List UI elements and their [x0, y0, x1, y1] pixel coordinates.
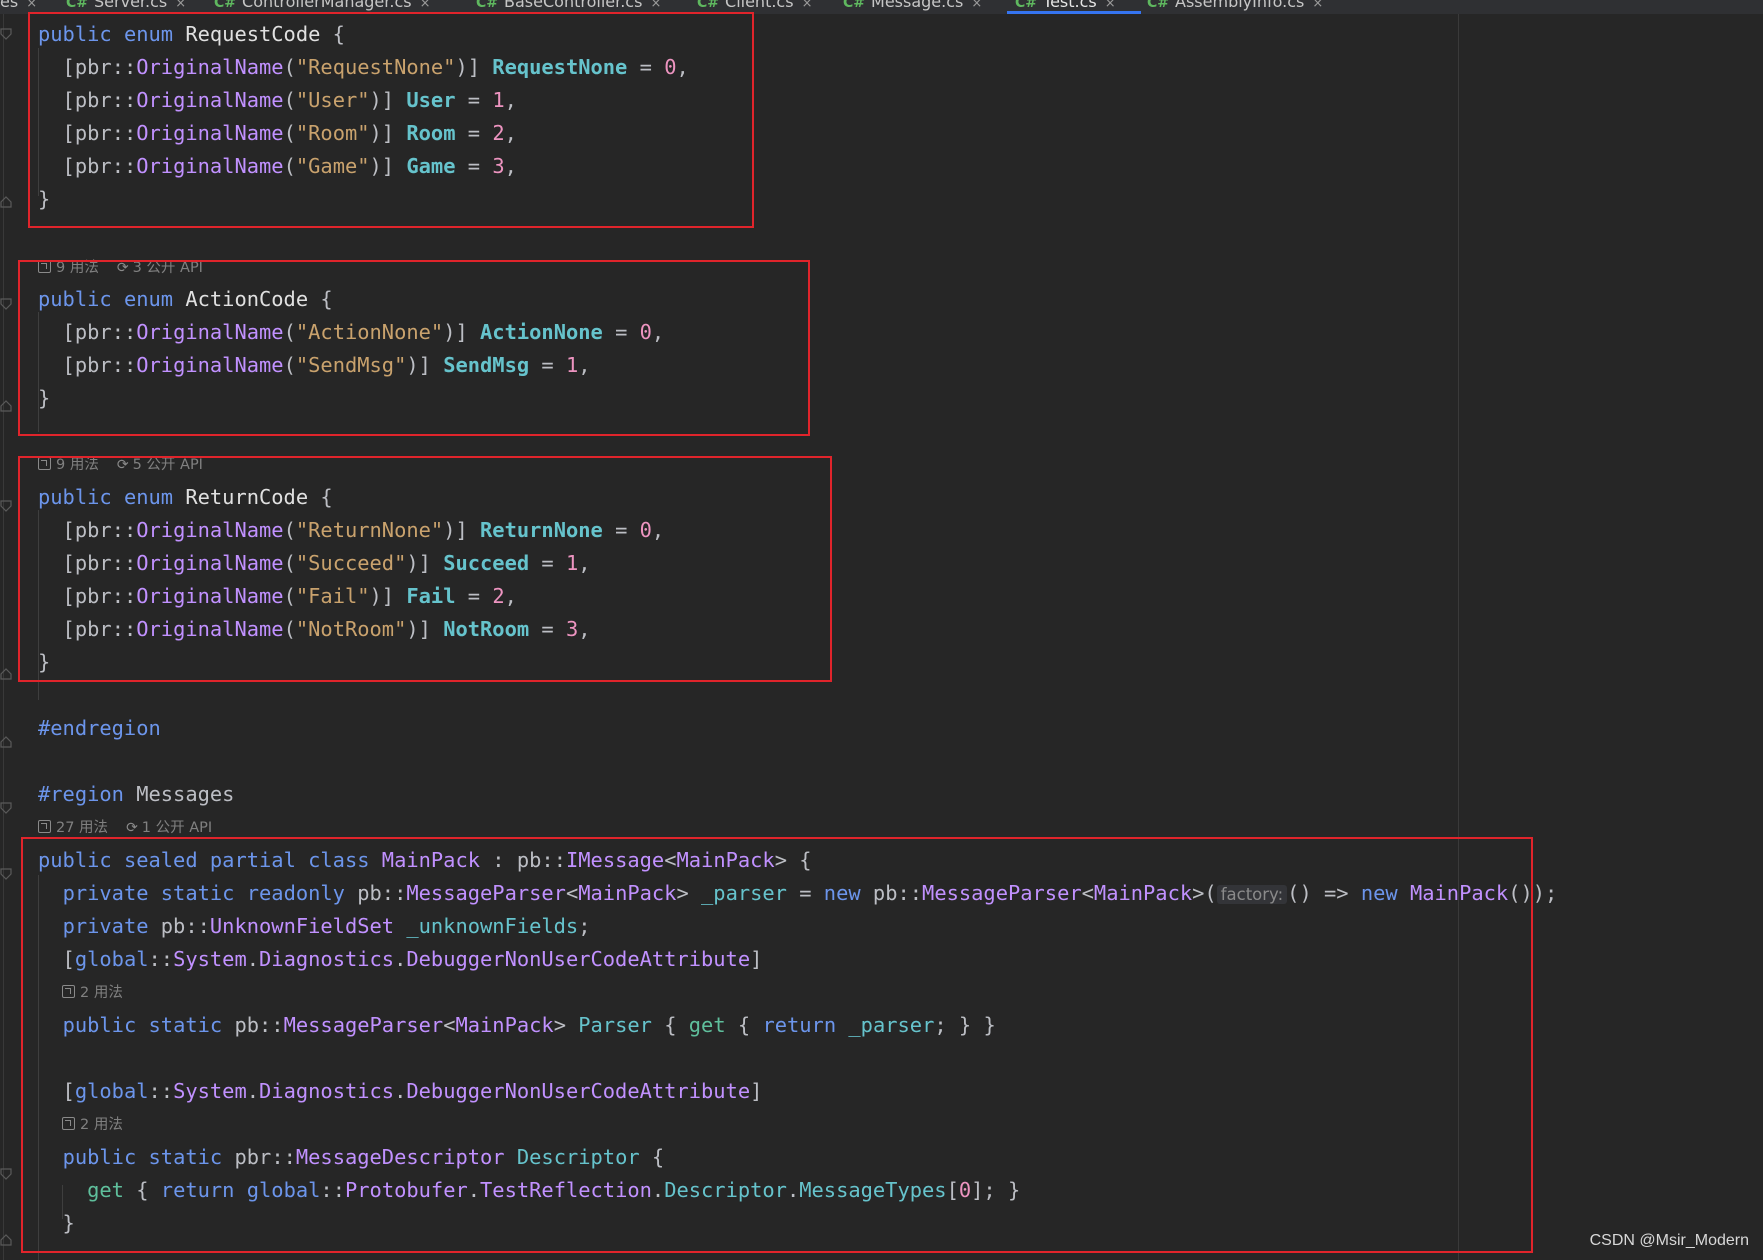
close-icon[interactable]: × [971, 0, 982, 11]
fold-toggle-icon[interactable] [0, 500, 12, 512]
close-icon[interactable]: × [802, 0, 813, 11]
tab-label: AssemblyInfo.cs [1175, 0, 1305, 11]
fold-end-icon[interactable] [0, 1234, 12, 1246]
fold-toggle-icon[interactable] [0, 802, 12, 814]
fold-toggle-icon[interactable] [0, 868, 12, 880]
close-icon[interactable]: × [650, 0, 661, 11]
tab-label: es [0, 0, 19, 11]
code-line-endregion[interactable]: #endregion [38, 713, 161, 743]
highlight-box-return-code [18, 456, 832, 682]
usages-icon [38, 820, 51, 833]
csharp-file-icon: C# [476, 0, 499, 11]
fold-toggle-icon[interactable] [0, 1168, 12, 1180]
close-icon[interactable]: × [1105, 0, 1116, 11]
public-api-icon: ⟳ [126, 820, 138, 836]
code-lens-mainpack[interactable]: 27 用法 ⟳ 1 公开 API [38, 818, 212, 838]
csharp-file-icon: C# [214, 0, 237, 11]
tab-label: Test.cs [1043, 0, 1097, 11]
close-icon[interactable]: × [175, 0, 186, 11]
tab-assembly-info[interactable]: C# AssemblyInfo.cs × [1147, 0, 1323, 14]
csharp-file-icon: C# [66, 0, 89, 11]
close-icon[interactable]: × [1312, 0, 1323, 11]
fold-end-icon[interactable] [0, 400, 12, 412]
fold-toggle-icon[interactable] [0, 28, 12, 40]
csharp-file-icon: C# [1015, 0, 1038, 11]
tab-label: BaseController.cs [504, 0, 643, 11]
code-line-region[interactable]: #region Messages [38, 779, 234, 809]
fold-toggle-icon[interactable] [0, 298, 12, 310]
highlight-box-request-code [28, 12, 754, 228]
active-tab-indicator [1007, 11, 1141, 14]
fold-end-icon[interactable] [0, 668, 12, 680]
tab-label: ControllerManager.cs [242, 0, 412, 11]
tab-label: Server.cs [94, 0, 168, 11]
close-icon[interactable]: × [26, 0, 37, 11]
tab-label: Client.cs [725, 0, 794, 11]
csharp-file-icon: C# [1147, 0, 1170, 11]
tab-label: Message.cs [871, 0, 964, 11]
fold-end-icon[interactable] [0, 196, 12, 208]
watermark: CSDN @Msir_Modern [1589, 1232, 1749, 1249]
highlight-box-main-pack [21, 837, 1533, 1253]
fold-end-icon[interactable] [0, 736, 12, 748]
csharp-file-icon: C# [843, 0, 866, 11]
highlight-box-action-code [18, 260, 810, 436]
tab-message[interactable]: C# Message.cs × [843, 0, 982, 14]
csharp-file-icon: C# [697, 0, 720, 11]
close-icon[interactable]: × [420, 0, 431, 11]
